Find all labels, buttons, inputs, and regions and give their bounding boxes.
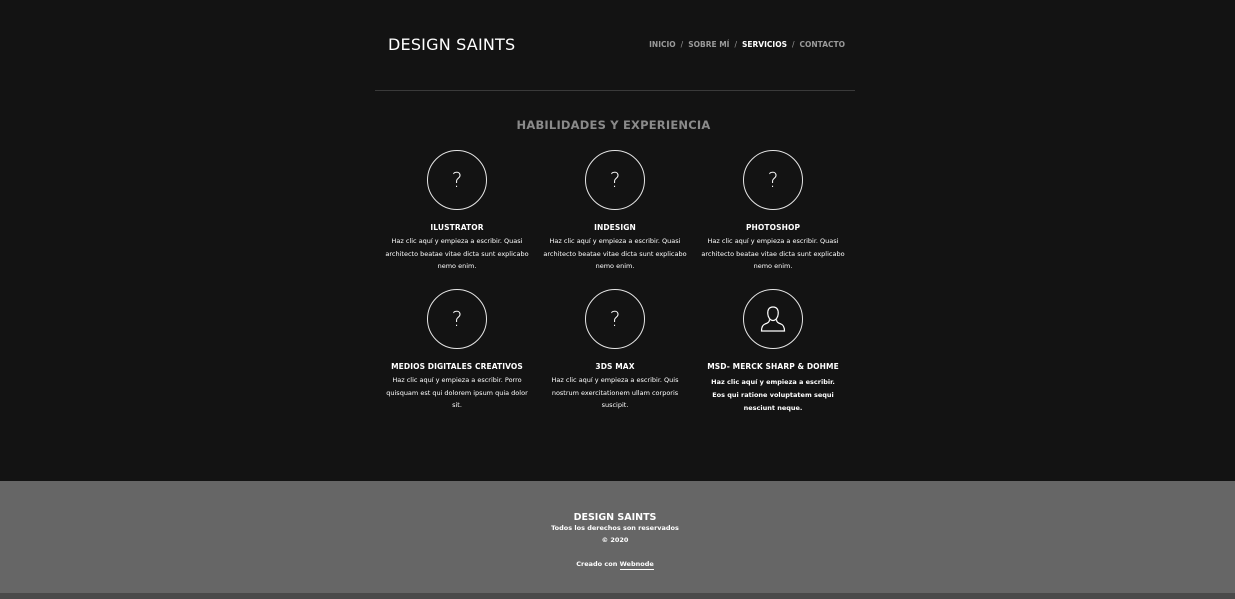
footer-bottom-bar [0,593,1235,599]
footer-copyright: © 2020 [601,536,629,544]
site-logo[interactable]: DESIGN SAINTS [388,35,515,54]
skill-description: Haz clic aquí y empieza a escribir. Quis… [551,376,679,409]
question-icon: ? [743,150,803,210]
user-icon-graphic [760,306,786,332]
nav-separator: / [791,40,795,49]
footer-created-prefix: Creado con [576,560,618,568]
skill-description: Haz clic aquí y empieza a escribir. Quas… [543,237,687,270]
question-icon: ? [585,150,645,210]
user-icon [743,289,803,349]
skill-card-3ds-max: ? 3DS MAX Haz clic aquí y empieza a escr… [535,289,695,412]
skill-title: ILUSTRATOR [430,223,484,232]
main-nav: INICIO / SOBRE MÍ / SERVICIOS / CONTACTO [649,40,845,49]
skill-title: 3DS MAX [595,362,635,371]
skill-title: INDESIGN [594,223,636,232]
nav-separator: / [680,40,684,49]
skill-card-ilustrator: ? ILUSTRATOR Haz clic aquí y empieza a e… [377,150,537,273]
nav-item-servicios[interactable]: SERVICIOS [742,40,787,49]
skill-description: Haz clic aquí y empieza a escribir. Porr… [386,376,528,409]
footer-created-with: Creado con Webnode [0,560,1230,570]
skill-card-msd: MSD- MERCK SHARP & DOHME Haz clic aquí y… [693,289,853,415]
webnode-link[interactable]: Webnode [619,560,654,570]
skill-card-indesign: ? INDESIGN Haz clic aquí y empieza a esc… [535,150,695,273]
skill-card-photoshop: ? PHOTOSHOP Haz clic aquí y empieza a es… [693,150,853,273]
main-section: DESIGN SAINTS INICIO / SOBRE MÍ / SERVIC… [0,0,1235,481]
footer-rights: Todos los derechos son reservados [551,524,679,532]
question-icon: ? [427,289,487,349]
section-title: HABILIDADES Y EXPERIENCIA [516,118,711,132]
skill-description: Haz clic aquí y empieza a escribir. Eos … [711,378,835,412]
nav-item-contacto[interactable]: CONTACTO [800,40,846,49]
skill-description: Haz clic aquí y empieza a escribir. Quas… [385,237,529,270]
skill-title: MEDIOS DIGITALES CREATIVOS [391,362,523,371]
question-icon: ? [585,289,645,349]
skill-title: MSD- MERCK SHARP & DOHME [707,362,839,371]
footer-brand: DESIGN SAINTS [573,512,657,523]
skill-title: PHOTOSHOP [745,223,801,232]
skill-description: Haz clic aquí y empieza a escribir. Quas… [701,237,845,270]
nav-separator: / [734,40,737,49]
nav-item-inicio[interactable]: INICIO [649,40,676,49]
question-icon: ? [427,150,487,210]
nav-item-sobre-mi[interactable]: SOBRE MÍ [688,40,729,49]
site-header: DESIGN SAINTS INICIO / SOBRE MÍ / SERVIC… [375,0,855,91]
site-footer: DESIGN SAINTS Todos los derechos son res… [0,481,1235,593]
skill-card-medios-digitales: ? MEDIOS DIGITALES CREATIVOS Haz clic aq… [377,289,537,412]
